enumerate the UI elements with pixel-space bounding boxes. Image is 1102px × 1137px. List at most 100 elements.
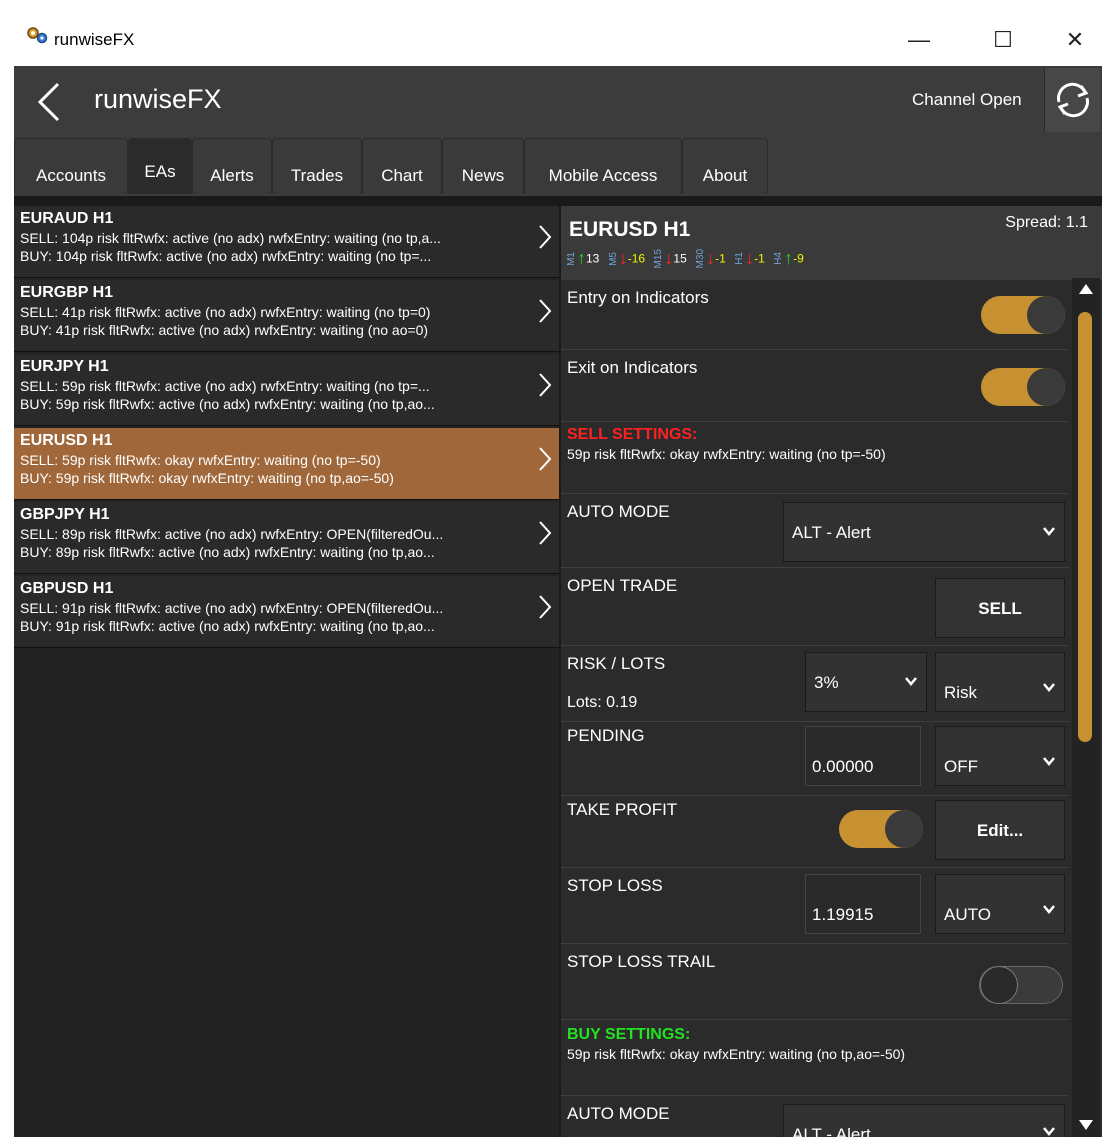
maximize-button[interactable]: ☐	[980, 22, 1026, 58]
timeframe-m1: M1↑13	[566, 248, 600, 268]
chevron-down-icon	[905, 677, 917, 686]
channel-status: Channel Open	[912, 90, 1022, 109]
tab-about[interactable]: About	[682, 138, 768, 194]
risk-lots-label: RISK / LOTS	[567, 654, 666, 673]
scrollbar-thumb[interactable]	[1078, 312, 1092, 742]
ea-list-item[interactable]: GBPJPY H1 SELL: 89p risk fltRwfx: active…	[14, 502, 559, 574]
arrow-down-icon: ↓	[745, 248, 755, 268]
stop-loss-price-input[interactable]: 1.19915	[805, 874, 921, 934]
window-title: runwiseFX	[54, 30, 135, 49]
exit-on-indicators-toggle[interactable]	[981, 368, 1065, 406]
ea-name: EURGBP H1	[20, 284, 114, 301]
arrow-up-icon: ↑	[577, 248, 586, 268]
take-profit-edit-button[interactable]: Edit...	[935, 800, 1065, 860]
pending-label: PENDING	[567, 726, 645, 745]
exit-on-indicators-row: Exit on Indicators	[561, 350, 1069, 422]
stop-loss-trail-label: STOP LOSS TRAIL	[567, 952, 716, 971]
tab-alerts[interactable]: Alerts	[192, 138, 272, 194]
buy-auto-mode-select[interactable]: ALT - Alert	[783, 1104, 1065, 1137]
window-titlebar: runwiseFX — ☐ ✕	[0, 0, 1102, 60]
buy-auto-mode-label: AUTO MODE	[567, 1104, 670, 1123]
chevron-right-icon	[539, 299, 552, 323]
take-profit-label: TAKE PROFIT	[567, 800, 678, 819]
take-profit-toggle[interactable]	[839, 810, 923, 848]
sell-settings-title: SELL SETTINGS:	[567, 426, 698, 443]
ea-name: GBPUSD H1	[20, 580, 114, 597]
ea-sell-summary: SELL: 41p risk fltRwfx: active (no adx) …	[20, 304, 431, 320]
ea-buy-summary: BUY: 104p risk fltRwfx: active (no adx) …	[20, 248, 432, 264]
lots-value: Lots: 0.19	[567, 694, 638, 711]
app-gears-icon	[27, 27, 48, 44]
arrow-down-icon: ↓	[618, 248, 628, 268]
stop-loss-trail-toggle[interactable]	[979, 966, 1063, 1004]
pending-price-input[interactable]: 0.00000	[805, 726, 921, 786]
chevron-down-icon	[1043, 683, 1055, 692]
timeframe-m30: M30↓-1	[695, 248, 726, 269]
timeframe-m15: M15↓15	[653, 248, 687, 269]
arrow-up-icon: ↑	[784, 248, 794, 268]
ea-sell-summary: SELL: 104p risk fltRwfx: active (no adx)…	[20, 230, 441, 246]
timeframe-m5: M5↓-16	[607, 248, 646, 268]
chevron-right-icon	[539, 521, 552, 545]
entry-on-indicators-toggle[interactable]	[981, 296, 1065, 334]
buy-settings-title: BUY SETTINGS:	[567, 1026, 691, 1043]
sell-settings-summary: 59p risk fltRwfx: okay rwfxEntry: waitin…	[567, 446, 886, 462]
chevron-down-icon	[1043, 1127, 1055, 1136]
timeframe-h1: H1↓-1	[734, 248, 765, 268]
exit-on-indicators-label: Exit on Indicators	[567, 358, 698, 377]
ea-list-item[interactable]: EURAUD H1 SELL: 104p risk fltRwfx: activ…	[14, 206, 559, 278]
ea-list-item-selected[interactable]: EURUSD H1 SELL: 59p risk fltRwfx: okay r…	[14, 428, 559, 500]
ea-list-item[interactable]: EURJPY H1 SELL: 59p risk fltRwfx: active…	[14, 354, 559, 426]
pending-mode-select[interactable]: OFF	[935, 726, 1065, 786]
take-profit-row: TAKE PROFIT Edit...	[561, 796, 1069, 868]
detail-scrollbar[interactable]	[1072, 278, 1100, 1137]
entry-on-indicators-label: Entry on Indicators	[567, 288, 709, 307]
ea-buy-summary: BUY: 59p risk fltRwfx: okay rwfxEntry: w…	[20, 470, 394, 486]
tab-eas[interactable]: EAs	[128, 138, 192, 194]
ea-sell-summary: SELL: 91p risk fltRwfx: active (no adx) …	[20, 600, 444, 616]
ea-list-item[interactable]: EURGBP H1 SELL: 41p risk fltRwfx: active…	[14, 280, 559, 352]
tab-chart[interactable]: Chart	[362, 138, 442, 194]
ea-list: EURAUD H1 SELL: 104p risk fltRwfx: activ…	[14, 206, 559, 1137]
open-trade-row: OPEN TRADE SELL	[561, 568, 1069, 646]
ea-sell-summary: SELL: 59p risk fltRwfx: active (no adx) …	[20, 378, 430, 394]
ea-name: EURJPY H1	[20, 358, 109, 375]
risk-percent-select[interactable]: 3%	[805, 652, 927, 712]
ea-name: EURUSD H1	[20, 432, 113, 449]
ea-buy-summary: BUY: 89p risk fltRwfx: active (no adx) r…	[20, 544, 435, 560]
sell-button[interactable]: SELL	[935, 578, 1065, 638]
timeframe-trend-row: M1↑13 M5↓-16 M15↓15 M30↓-1 H1↓-1 H4↑-9	[566, 248, 810, 272]
scroll-up-icon[interactable]	[1077, 282, 1095, 296]
risk-mode-select[interactable]: Risk	[935, 652, 1065, 712]
tab-trades[interactable]: Trades	[272, 138, 362, 194]
chevron-down-icon	[1043, 527, 1055, 536]
tab-accounts[interactable]: Accounts	[14, 138, 128, 194]
minimize-button[interactable]: —	[896, 22, 942, 58]
close-button[interactable]: ✕	[1052, 22, 1098, 58]
auto-mode-select[interactable]: ALT - Alert	[783, 502, 1065, 562]
entry-on-indicators-row: Entry on Indicators	[561, 280, 1069, 350]
stop-loss-row: STOP LOSS 1.19915 AUTO	[561, 868, 1069, 944]
stop-loss-mode-select[interactable]: AUTO	[935, 874, 1065, 934]
chevron-down-icon	[1043, 757, 1055, 766]
ea-list-item[interactable]: GBPUSD H1 SELL: 91p risk fltRwfx: active…	[14, 576, 559, 648]
scroll-down-icon[interactable]	[1077, 1118, 1095, 1132]
risk-lots-row: RISK / LOTS Lots: 0.19 3% Risk	[561, 646, 1069, 722]
chevron-right-icon	[539, 373, 552, 397]
app-header: runwiseFX Channel Open	[14, 66, 1102, 136]
chevron-right-icon	[539, 225, 552, 249]
tab-news[interactable]: News	[442, 138, 524, 194]
refresh-button[interactable]	[1044, 68, 1100, 132]
ea-sell-summary: SELL: 59p risk fltRwfx: okay rwfxEntry: …	[20, 452, 381, 468]
chevron-right-icon	[539, 595, 552, 619]
ea-name: EURAUD H1	[20, 210, 114, 227]
tab-bar: Accounts EAs Alerts Trades Chart News Mo…	[14, 136, 1102, 196]
back-chevron-icon[interactable]	[34, 80, 64, 124]
refresh-icon	[1057, 82, 1089, 118]
pending-row: PENDING 0.00000 OFF	[561, 722, 1069, 796]
tab-mobile-access[interactable]: Mobile Access	[524, 138, 682, 194]
arrow-down-icon: ↓	[706, 248, 716, 268]
ea-buy-summary: BUY: 41p risk fltRwfx: active (no adx) r…	[20, 322, 429, 338]
ea-name: GBPJPY H1	[20, 506, 110, 523]
spread-value: Spread: 1.1	[1005, 214, 1088, 231]
